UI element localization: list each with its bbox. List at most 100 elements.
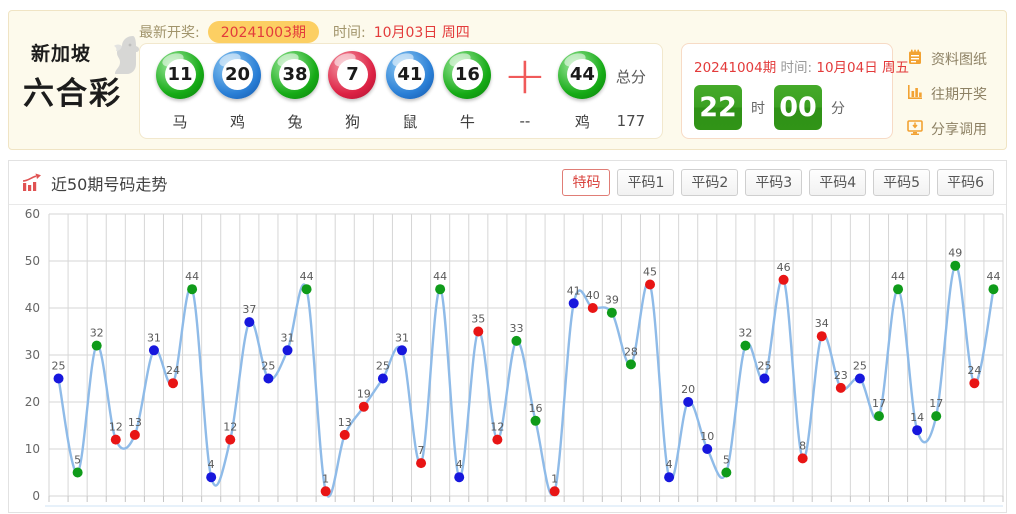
- data-point-label: 23: [834, 369, 848, 382]
- next-draw-date: 10月04日 周五: [816, 60, 909, 76]
- data-point: [798, 453, 808, 463]
- data-point-label: 44: [986, 270, 1000, 283]
- data-point: [225, 435, 235, 445]
- data-point-label: 20: [681, 383, 695, 396]
- data-point-label: 24: [967, 364, 981, 377]
- data-point: [244, 317, 254, 327]
- data-point-label: 5: [723, 454, 730, 467]
- tab-平码1[interactable]: 平码1: [617, 169, 674, 196]
- data-point-label: 44: [300, 270, 314, 283]
- data-point-label: 24: [166, 364, 180, 377]
- winning-numbers-panel: 11马20鸡38兔7狗41鼠16牛+--44鸡总分177: [139, 43, 663, 139]
- data-point: [588, 303, 598, 313]
- plus-cell: + --: [501, 52, 549, 130]
- svg-text:40: 40: [25, 301, 40, 315]
- data-point-label: 44: [185, 270, 199, 283]
- svg-text:30: 30: [25, 348, 40, 362]
- data-point-label: 4: [208, 458, 215, 471]
- link-notebook[interactable]: 资料图纸: [906, 49, 987, 69]
- data-point: [721, 468, 731, 478]
- data-point: [683, 397, 693, 407]
- data-point-label: 5: [74, 454, 81, 467]
- plus-label: --: [519, 112, 530, 130]
- data-point-label: 4: [666, 458, 673, 471]
- zodiac-label: 鸡: [575, 111, 590, 132]
- data-point-label: 17: [872, 397, 886, 410]
- data-point: [435, 284, 445, 294]
- data-point: [664, 472, 674, 482]
- data-point: [569, 298, 579, 308]
- data-point-label: 41: [567, 284, 581, 297]
- data-point-label: 31: [281, 331, 295, 344]
- svg-text:0: 0: [32, 489, 40, 503]
- data-point-label: 19: [357, 388, 371, 401]
- main-ball-cell: 38 兔: [271, 51, 319, 132]
- total-score-label: 总分: [616, 52, 646, 100]
- tab-平码5[interactable]: 平码5: [873, 169, 930, 196]
- data-point: [740, 341, 750, 351]
- data-point: [626, 359, 636, 369]
- data-point: [492, 435, 502, 445]
- data-point-label: 17: [929, 397, 943, 410]
- data-point-label: 46: [777, 261, 791, 274]
- data-point: [302, 284, 312, 294]
- data-point: [359, 402, 369, 412]
- lottery-ball: 20: [213, 51, 261, 99]
- data-point-label: 16: [529, 402, 543, 415]
- main-ball-cell: 7狗: [328, 51, 376, 132]
- data-point: [454, 472, 464, 482]
- data-point-label: 28: [624, 345, 638, 358]
- trend-panel: 近50期号码走势 特码平码1平码2平码3平码4平码5平码6 0102030405…: [8, 160, 1007, 513]
- main-ball-cell: 11马: [156, 51, 204, 132]
- data-point: [607, 308, 617, 318]
- ball-number: 11: [165, 59, 196, 90]
- data-point: [779, 275, 789, 285]
- link-share[interactable]: 分享调用: [906, 119, 987, 139]
- lottery-ball: 38: [271, 51, 319, 99]
- quick-links: 资料图纸往期开奖分享调用: [906, 49, 987, 154]
- trend-title: 近50期号码走势: [51, 171, 167, 195]
- tab-平码3[interactable]: 平码3: [745, 169, 802, 196]
- data-point-label: 45: [643, 266, 657, 279]
- lottery-ball: 16: [443, 51, 491, 99]
- ball-number: 38: [279, 59, 310, 90]
- logo-line2: 六合彩: [23, 68, 147, 113]
- tab-特码[interactable]: 特码: [562, 169, 610, 196]
- data-point: [950, 261, 960, 271]
- tab-平码4[interactable]: 平码4: [809, 169, 866, 196]
- zodiac-label: 兔: [287, 111, 302, 132]
- data-point-label: 33: [509, 322, 523, 335]
- tab-平码2[interactable]: 平码2: [681, 169, 738, 196]
- data-point: [836, 383, 846, 393]
- data-point: [283, 345, 293, 355]
- data-point: [111, 435, 121, 445]
- bar-chart-icon: [906, 83, 924, 105]
- data-point: [416, 458, 426, 468]
- data-point: [550, 486, 560, 496]
- latest-draw-date: 10月03日 周四: [374, 22, 470, 42]
- data-point: [340, 430, 350, 440]
- data-point-label: 31: [147, 331, 161, 344]
- data-point: [73, 468, 83, 478]
- data-point: [187, 284, 197, 294]
- data-point: [473, 327, 483, 337]
- data-point: [321, 486, 331, 496]
- data-point-label: 35: [471, 313, 485, 326]
- data-point: [645, 280, 655, 290]
- ball-number: 41: [394, 59, 425, 90]
- data-point: [263, 374, 273, 384]
- trend-tabs: 特码平码1 平码2 平码3 平码4 平码5 平码6: [555, 169, 994, 196]
- plus-icon: +: [501, 52, 549, 100]
- next-issue: 20241004期: [694, 60, 776, 76]
- trend-line-chart: 0102030405060255321213312444412372531441…: [9, 205, 1006, 511]
- data-point: [54, 374, 64, 384]
- tab-平码6[interactable]: 平码6: [937, 169, 994, 196]
- total-score-value: 177: [617, 112, 646, 130]
- latest-issue-badge: 20241003期: [208, 21, 319, 43]
- ball-number: 16: [452, 59, 483, 90]
- data-point-label: 25: [52, 360, 66, 373]
- data-point: [969, 378, 979, 388]
- link-bar-chart[interactable]: 往期开奖: [906, 84, 987, 104]
- data-point: [931, 411, 941, 421]
- data-point: [855, 374, 865, 384]
